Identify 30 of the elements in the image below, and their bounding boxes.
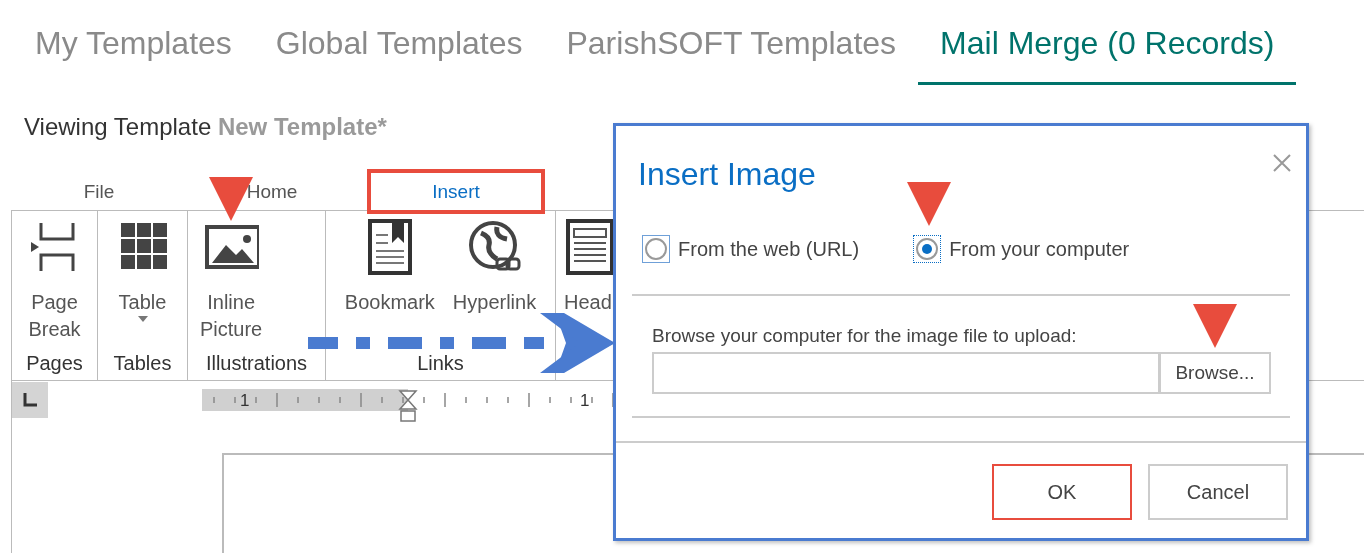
dialog-button[interactable]: OK	[992, 464, 1132, 520]
ribbon-button[interactable]: Page Break	[22, 219, 87, 349]
close-icon	[1272, 152, 1292, 173]
radio-option[interactable]: From the web (URL)	[642, 234, 860, 264]
ribbon-tab[interactable]: File	[11, 169, 187, 215]
field-label: Browse your computer for the image file to upload:	[652, 324, 1077, 348]
ribbon-button[interactable]: Table	[110, 219, 175, 349]
tab[interactable]: Mail Merge (0 Records)	[918, 24, 1297, 86]
dialog-button[interactable]: Cancel	[1148, 464, 1288, 520]
group-label: Tables	[112, 351, 173, 377]
caret-icon	[137, 316, 148, 323]
radio-label: From your computer	[949, 237, 1130, 262]
ruler-number: 1	[580, 391, 590, 411]
viewing-label: Viewing Template	[24, 113, 212, 141]
ribbon-button[interactable]: Hyperlink	[448, 219, 541, 349]
ribbon-tab[interactable]: Home	[187, 169, 357, 215]
ribbon-tab[interactable]: Insert	[367, 169, 545, 215]
group-label: Illustrations	[204, 351, 309, 377]
ribbon-button[interactable]: Inline Picture	[196, 219, 267, 349]
template-name: New Template*	[217, 113, 387, 141]
dialog-title: Insert Image	[638, 155, 816, 194]
tab-stop-icon	[12, 382, 48, 419]
indent-marker-icon[interactable]	[398, 390, 418, 423]
ruler-number: 1	[240, 391, 250, 411]
group-label: Links	[416, 351, 465, 377]
group-label: Pages	[25, 351, 84, 377]
ribbon-button[interactable]: Bookmark	[340, 219, 439, 349]
file-path-field[interactable]	[652, 352, 1160, 394]
radio-label: From the web (URL)	[678, 237, 860, 262]
radio-option[interactable]: From your computer	[913, 234, 1130, 264]
